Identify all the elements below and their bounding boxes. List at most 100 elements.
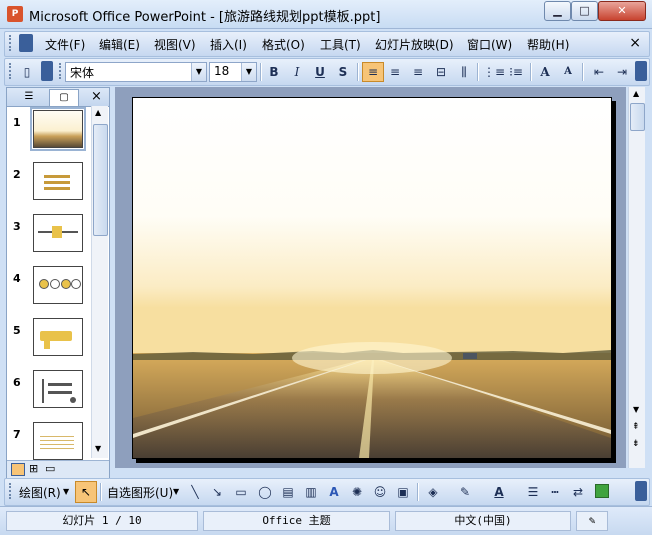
numbered-list-icon[interactable]: ⋮≡ [483,62,505,82]
line-color-icon[interactable]: ✎ [455,482,475,502]
menu-options-icon[interactable] [19,34,33,52]
menu-file[interactable]: 文件(F) [45,36,85,53]
chevron-down-icon[interactable]: ▼ [241,63,256,81]
align-center-icon[interactable]: ≡ [385,62,405,82]
chevron-down-icon[interactable]: ▼ [173,487,179,496]
next-slide-icon[interactable]: ⇟ [632,439,640,449]
toolbar-options-icon[interactable] [635,481,647,501]
slide-sorter-icon[interactable]: ⊞ [29,462,38,475]
slide-thumbnail[interactable] [33,370,83,408]
chevron-up-icon[interactable]: ▲ [633,89,639,98]
toolbar-grip[interactable] [59,63,64,79]
menu-tools[interactable]: 工具(T) [320,36,361,53]
arrow-style-icon[interactable]: ⇄ [568,482,588,502]
decrease-indent-icon[interactable]: ⇤ [589,62,609,82]
normal-view-icon[interactable] [11,463,25,476]
outline-tab-icon[interactable]: ☰ [15,89,43,105]
line-icon[interactable]: ╲ [185,482,205,502]
font-color-icon[interactable]: A [489,482,509,502]
clipart-icon[interactable]: ☺ [370,482,390,502]
italic-button[interactable]: I [287,62,307,82]
fill-color-icon[interactable]: ◈ [423,482,443,502]
slide-thumbnail[interactable] [33,214,83,252]
slide-thumbnail-row[interactable]: 2 [11,162,91,210]
arrow-icon[interactable]: ↘ [207,482,227,502]
menu-slideshow[interactable]: 幻灯片放映(D) [375,36,454,53]
menu-insert[interactable]: 插入(I) [210,36,247,53]
shadow-button[interactable]: S [333,62,353,82]
menu-view[interactable]: 视图(V) [154,36,196,53]
vertical-textbox-icon[interactable]: ▥ [301,482,321,502]
slideshow-icon[interactable]: ▭ [45,462,55,475]
toolbar-grip[interactable] [9,35,14,51]
toolbar-options-icon[interactable] [41,61,53,81]
menu-help[interactable]: 帮助(H) [527,36,569,53]
slide-thumbnail-row[interactable]: 1 [11,107,91,158]
spellcheck-icon[interactable]: ✎ [576,511,608,531]
underline-button[interactable]: U [310,62,330,82]
new-document-icon[interactable]: ▯ [17,62,37,82]
diagram-icon[interactable]: ✺ [347,482,367,502]
slide-canvas[interactable] [132,97,612,459]
language-status: 中文(中国) [395,511,571,531]
scrollbar-thumb[interactable] [630,103,645,131]
dash-style-icon[interactable]: ┅ [545,482,565,502]
font-name-combo[interactable]: 宋体 ▼ [65,62,207,82]
slides-tab-icon[interactable]: ▢ [49,89,79,106]
slide-scrollbar[interactable]: ▲ ▼ ⇞ ⇟ [628,87,645,468]
slide-number: 2 [13,168,21,181]
menu-edit[interactable]: 编辑(E) [99,36,140,53]
slide-thumbnail-row[interactable]: 6 [11,370,91,418]
vertical-text-icon[interactable]: ⫼ [454,62,474,82]
maximize-button[interactable]: □ [571,1,598,21]
chevron-down-icon[interactable]: ▼ [191,63,206,81]
slide-thumbnail-row[interactable]: 5 [11,318,91,366]
increase-indent-icon[interactable]: ⇥ [612,62,632,82]
align-right-icon[interactable]: ≡ [408,62,428,82]
scrollbar-thumb[interactable] [93,124,108,236]
close-button[interactable]: ✕ [598,1,646,21]
select-objects-icon[interactable]: ↖ [75,481,97,503]
font-size-combo[interactable]: 18 ▼ [209,62,257,82]
bulleted-list-icon[interactable]: ⁝≡ [506,62,526,82]
slide-number: 7 [13,428,21,441]
distribute-icon[interactable]: ⊟ [431,62,451,82]
decrease-font-icon[interactable]: A [558,62,578,82]
slide-thumbnail[interactable] [33,422,83,460]
slide-thumbnail[interactable] [30,107,86,151]
slide-thumbnail-row[interactable]: 3 [11,214,91,262]
slide-thumbnail[interactable] [33,162,83,200]
toolbar-grip[interactable] [9,63,14,79]
shadow-style-icon[interactable] [595,484,609,498]
previous-slide-icon[interactable]: ⇞ [632,422,640,432]
slide-thumbnail[interactable] [33,318,83,356]
oval-icon[interactable]: ◯ [255,482,275,502]
rectangle-icon[interactable]: ▭ [231,482,251,502]
chevron-up-icon[interactable]: ▲ [95,108,101,117]
slides-pane: ☰ ▢ × 1 2 3 4 5 6 7 ▲ ▼ ⊞ ▭ [6,87,110,478]
chevron-down-icon[interactable]: ▼ [95,444,101,453]
slide-thumbnail[interactable] [33,266,83,304]
bold-button[interactable]: B [264,62,284,82]
align-left-icon[interactable]: ≡ [362,62,384,82]
powerpoint-icon[interactable]: P [7,6,23,22]
insert-picture-icon[interactable]: ▣ [393,482,413,502]
autoshapes-menu-button[interactable]: 自选图形(U) [107,484,173,501]
minimize-button[interactable]: ▁ [544,1,571,21]
toolbar-grip[interactable] [9,483,14,499]
menu-window[interactable]: 窗口(W) [467,36,512,53]
wordart-icon[interactable]: A [324,482,344,502]
chevron-down-icon[interactable]: ▼ [63,487,69,496]
close-pane-button[interactable]: × [91,89,102,104]
line-style-icon[interactable]: ☰ [523,482,543,502]
textbox-icon[interactable]: ▤ [278,482,298,502]
draw-menu-button[interactable]: 绘图(R) [19,484,61,501]
toolbar-separator [357,63,359,81]
slide-thumbnail-row[interactable]: 4 [11,266,91,314]
menu-format[interactable]: 格式(O) [262,36,305,53]
toolbar-options-icon[interactable] [635,61,647,81]
thumbnail-scrollbar[interactable]: ▲ ▼ [91,106,108,458]
chevron-down-icon[interactable]: ▼ [633,405,639,414]
increase-font-icon[interactable]: A [535,62,555,82]
close-document-button[interactable]: × [629,35,641,51]
